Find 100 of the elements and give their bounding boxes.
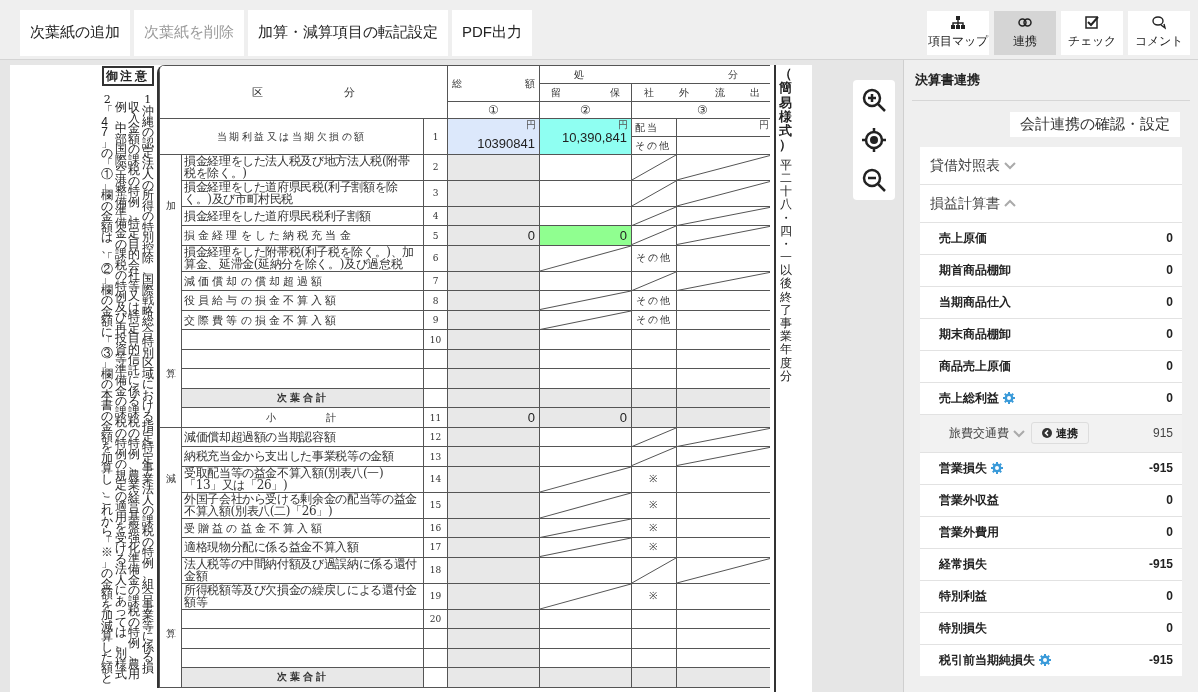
row-label: 配当 — [635, 121, 659, 133]
unit-label: 円 — [618, 120, 628, 130]
sitemap-icon — [951, 15, 965, 30]
note-text: 沖縄の認定法人の所得の特別控除、国際戦略総合特別区域における指定特定事業法人の課税の特例、組合事業等に係る損 — [141, 106, 154, 673]
row-label: 次葉合計 — [276, 671, 329, 683]
link-button[interactable]: 連携 — [1031, 422, 1089, 444]
row-label: 当期利益又は当期欠損の額 — [216, 130, 367, 142]
panel-title: 決算書連携 — [914, 71, 981, 89]
tool-button[interactable]: 連携 — [994, 10, 1056, 55]
note-text: 収入金額の課税の特例、特定目的会社等又は特定目的信託に係る課税の特例、農業経営基盤強化準備金の課税の特例、農用 — [128, 102, 141, 680]
group-label: 加 — [165, 201, 176, 211]
note-number: 1 — [144, 94, 152, 106]
toolbar-button[interactable]: PDF出力 — [452, 9, 532, 56]
note-text: 例、中部国際空港整備準備金の課税の特例及び再投資等準備金の課税の特例の規定の適用を受ける法人にあっては、別様式 — [114, 102, 127, 680]
row-label: 損金経理をした法人税及び地方法人税(附帯税を除く。) — [184, 155, 411, 180]
account-label: 特別利益 — [939, 588, 987, 605]
account-label: 商品売上原価 — [939, 358, 1011, 375]
tool-button[interactable]: コメント — [1128, 10, 1190, 55]
account-value: -915 — [1148, 652, 1173, 669]
account-label: 期首商品棚卸 — [939, 262, 1011, 279]
account-value: 0 — [1166, 294, 1173, 311]
account-value: 0 — [1166, 326, 1173, 343]
row-label: 次葉合計 — [276, 392, 329, 404]
section-label: 貸借対照表 — [930, 155, 1000, 175]
toolbar-button[interactable]: 加算・減算項目の転記設定 — [248, 9, 448, 56]
zoom-in-icon[interactable] — [861, 87, 887, 113]
toolbar-button[interactable]: 次葉紙の追加 — [20, 9, 130, 56]
row-number: 1 — [432, 131, 439, 142]
row-number: 2 — [432, 162, 439, 173]
column-header: 総 額 — [451, 77, 536, 89]
account-value: 0 — [1166, 358, 1173, 375]
row-label: 損金経理をした納税充当金 — [184, 230, 355, 241]
row-label: 交際費等の損金不算入額 — [184, 314, 341, 326]
notes-title: 御注意 — [101, 66, 154, 86]
checkbox-icon — [1085, 15, 1099, 30]
row-number: 10 — [429, 334, 442, 345]
account-value: 0 — [1166, 390, 1173, 407]
unit-label: 円 — [759, 120, 770, 130]
row-label: ※ — [649, 541, 659, 553]
amount-cell[interactable]: 円 10390841 — [447, 118, 540, 155]
row-label: 受取配当等の益金不算入額(別表八(一)「13」又は「26」) — [184, 466, 385, 492]
row-number: 6 — [432, 253, 439, 264]
unit-label: 円 — [526, 120, 536, 130]
column-header: 処 分 — [574, 68, 738, 80]
row-label: 減価償却超過額の当期認容額 — [184, 430, 337, 444]
target-icon[interactable] — [861, 127, 887, 153]
row-label: 納税充当金から支出した事業税等の金額 — [184, 450, 395, 463]
row-label: 小 計 — [266, 411, 339, 423]
section-label: 損益計算書 — [930, 193, 1000, 213]
note-number: 2 — [103, 94, 111, 106]
row-number: 8 — [432, 295, 439, 306]
tool-button[interactable]: 項目マップ — [927, 10, 989, 55]
row-label: その他 — [636, 314, 672, 326]
account-label: 特別損失 — [939, 620, 987, 637]
amount-value: 10390841 — [476, 137, 536, 150]
back-arrow-icon — [1042, 428, 1052, 438]
note-text: 「47」の「①」欄の金額は、「②」欄の金額に「③」欄の本書の金額を加算し、これから「※」の金額を加減算した額と — [101, 106, 114, 684]
account-label: 営業損失 — [939, 460, 987, 477]
section-header[interactable]: 貸借対照表 — [920, 146, 1182, 184]
amount-value: 0 — [618, 229, 628, 243]
amount-value: 0 — [618, 411, 628, 425]
account-label: 営業外収益 — [939, 492, 999, 509]
form-type-label: （簡易様式） — [779, 67, 792, 153]
account-label: 当期商品仕入 — [939, 294, 1011, 311]
account-label: 税引前当期純損失 — [939, 652, 1035, 669]
account-value: 0 — [1166, 588, 1173, 605]
account-label: 売上原価 — [939, 230, 987, 247]
row-label: 所得税額等及び欠損金の繰戻しによる還付金額等 — [184, 583, 418, 609]
column-header: 社 外 流 出 — [644, 86, 760, 98]
section-header[interactable]: 損益計算書 — [920, 184, 1182, 222]
amount-value: 0 — [526, 411, 536, 425]
row-label: 損金経理をした道府県民税(利子割額を除く。)及び市町村民税 — [184, 180, 399, 206]
row-number: 3 — [432, 188, 439, 199]
account-label: 旅費交通費 — [949, 425, 1009, 442]
settings-button[interactable]: 会計連携の確認・設定 — [1010, 111, 1180, 137]
row-number: 20 — [429, 613, 442, 624]
row-number: 12 — [429, 432, 442, 443]
account-value: 0 — [1166, 262, 1173, 279]
column-number: ② — [580, 103, 591, 117]
row-number: 18 — [429, 565, 442, 576]
column-header: 区 分 — [252, 85, 355, 99]
row-number: 19 — [429, 591, 442, 602]
account-value: 0 — [1166, 620, 1173, 637]
column-number: ① — [488, 103, 499, 117]
row-label: 受贈益の益金不算入額 — [184, 522, 327, 534]
row-label: 適格現物分配に係る益金不算入額 — [184, 541, 360, 554]
column-header: 留 保 — [551, 86, 620, 98]
row-label: 損金経理をした附帯税(利子税を除く。)、加算金、延滞金(延納分を除く。)及び過怠税 — [184, 245, 415, 271]
amount-cell[interactable]: 円 10,390,841 — [539, 118, 632, 155]
row-label: 外国子会社から受ける剰余金の配当等の益金不算入額(別表八(二)「26」) — [184, 492, 418, 518]
row-label: 損金経理をした道府県民税利子割額 — [184, 209, 372, 223]
tool-button[interactable]: チェック — [1061, 10, 1123, 55]
row-label: ※ — [649, 499, 659, 511]
row-number: 9 — [432, 315, 439, 326]
zoom-out-icon[interactable] — [861, 167, 887, 193]
row-label: 減価償却の償却超過額 — [184, 275, 327, 287]
account-value: 915 — [1152, 425, 1173, 442]
account-value: -915 — [1148, 460, 1173, 477]
account-label: 営業外費用 — [939, 524, 999, 541]
speech-bubbles-icon — [1152, 15, 1166, 30]
